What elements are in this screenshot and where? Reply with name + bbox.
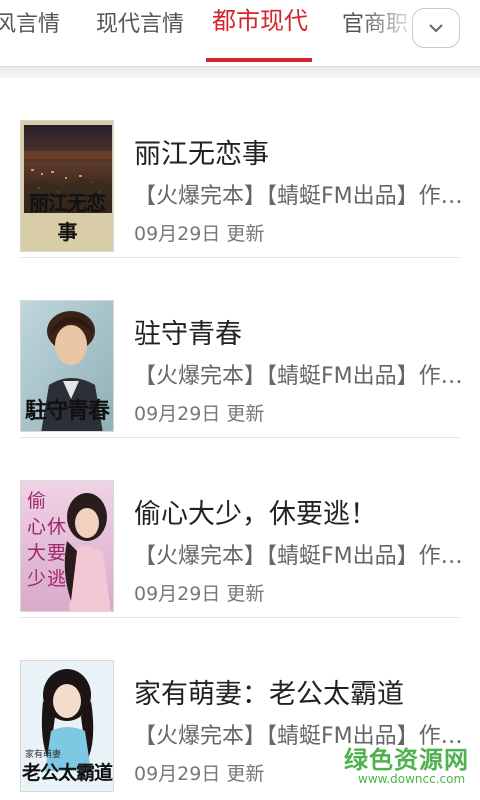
tab-overflow-fade [360, 0, 420, 60]
svg-text:偷: 偷 [27, 490, 46, 512]
svg-text:要: 要 [47, 542, 66, 564]
book-cover: 家有萌妻 老公太霸道 [20, 660, 114, 792]
tab-dushi-xiandai[interactable]: 都市现代 [212, 6, 308, 36]
watermark-text: 绿色资源网 [344, 746, 469, 774]
book-title: 偷心大少，休要逃！ [134, 499, 377, 530]
svg-text:逃: 逃 [47, 568, 66, 590]
list-item[interactable]: 偷 心 休 大 要 少 逃 偷心大少，休要逃！ 【火爆完本】【蜻蜓FM出品】作者… [0, 438, 480, 618]
watermark-url: www.downcc.com [358, 772, 466, 786]
svg-text:休: 休 [47, 516, 66, 538]
book-description: 【火爆完本】【蜻蜓FM出品】作者... [134, 544, 464, 569]
list-item[interactable]: 駐守青春 驻守青春 【火爆完本】【蜻蜓FM出品】作者... 09月29日 更新 [0, 258, 480, 438]
cover-title-text: 駐守青春 [24, 398, 110, 424]
svg-text:少: 少 [27, 568, 46, 590]
cover-title-text: 丽江无恋事 [29, 191, 106, 244]
book-title: 丽江无恋事 [134, 139, 269, 170]
update-date: 09月29日 更新 [134, 583, 265, 605]
update-date: 09月29日 更新 [134, 403, 265, 425]
site-watermark: 绿色资源网 www.downcc.com [344, 740, 474, 790]
list-item[interactable]: 丽江无恋事 丽江无恋事 【火爆完本】【蜻蜓FM出品】作者... 09月29日 更… [0, 78, 480, 258]
svg-text:大: 大 [27, 542, 46, 564]
svg-text:心: 心 [27, 516, 46, 538]
chevron-down-icon [429, 24, 443, 33]
tab-feng-yanqing[interactable]: 风言情 [0, 10, 60, 40]
book-description: 【火爆完本】【蜻蜓FM出品】作者... [134, 364, 464, 389]
tab-xiandai-yanqing[interactable]: 现代言情 [96, 10, 184, 40]
book-title: 驻守青春 [134, 319, 242, 350]
expand-categories-button[interactable] [412, 8, 460, 48]
book-cover: 丽江无恋事 [20, 120, 114, 252]
book-list: 丽江无恋事 丽江无恋事 【火爆完本】【蜻蜓FM出品】作者... 09月29日 更… [0, 78, 480, 798]
header-divider [0, 66, 480, 78]
book-title: 家有萌妻：老公太霸道 [134, 679, 404, 710]
book-cover: 駐守青春 [20, 300, 114, 432]
update-date: 09月29日 更新 [134, 763, 265, 785]
category-tab-bar: 风言情 现代言情 都市现代 官商职 [0, 0, 480, 66]
active-tab-indicator [206, 58, 312, 62]
update-date: 09月29日 更新 [134, 223, 265, 245]
book-description: 【火爆完本】【蜻蜓FM出品】作者... [134, 184, 464, 209]
book-cover: 偷 心 休 大 要 少 逃 [20, 480, 114, 612]
cover-title-text: 老公太霸道 [21, 762, 113, 784]
